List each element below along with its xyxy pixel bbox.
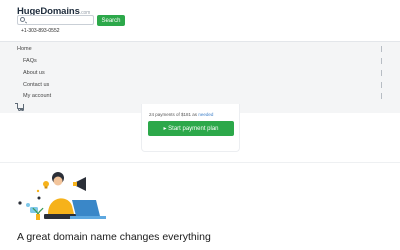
decor-dot	[26, 203, 30, 207]
search-icon	[20, 17, 25, 22]
menu-item-home[interactable]: Home	[17, 46, 32, 52]
search-field[interactable]	[17, 15, 94, 25]
menu-item-contact[interactable]: Contact us	[23, 82, 49, 88]
payment-plan-amount: 24 payments of $181 as	[149, 112, 198, 117]
decor-dot	[36, 189, 40, 193]
menu-item-about[interactable]: About us	[23, 70, 45, 76]
person-at-laptop-illustration	[18, 172, 106, 220]
site-header: HugeDomains.com Search +1-303-893-0552	[0, 0, 400, 41]
menu-expand-handle	[381, 46, 382, 52]
person-face	[53, 176, 63, 186]
megaphone-handle	[73, 182, 77, 186]
megaphone-icon	[76, 177, 86, 191]
payment-plan-text: 24 payments of $181 as needed	[149, 112, 213, 117]
menu-expand-handle	[381, 82, 382, 88]
menu-expand-handle	[381, 70, 382, 76]
plant-pot	[36, 214, 40, 220]
menu-expand-handle	[381, 58, 382, 64]
menu-item-faqs[interactable]: FAQs	[23, 58, 37, 64]
person-body	[48, 198, 74, 214]
search-input[interactable]	[28, 16, 93, 24]
menu-expand-handle	[381, 93, 382, 99]
phone-number[interactable]: +1-303-893-0552	[21, 28, 60, 34]
decor-dot	[18, 201, 22, 205]
payment-plan-link[interactable]: needed	[198, 112, 213, 117]
page-tagline: A great domain name changes everything	[17, 231, 211, 243]
cart-icon[interactable]	[15, 103, 24, 109]
menu-item-account[interactable]: My account	[23, 93, 51, 99]
decor-dot	[37, 196, 41, 200]
laptop-icon	[72, 200, 100, 216]
payment-plan-card: 24 payments of $181 as needed ▸ Start pa…	[141, 104, 240, 152]
start-payment-plan-button[interactable]: ▸ Start payment plan	[148, 121, 234, 136]
laptop-base	[70, 216, 106, 219]
lightbulb-base	[44, 186, 48, 189]
lightbulb-icon	[43, 181, 49, 187]
search-button[interactable]: Search	[97, 15, 125, 26]
nav-menu: Home FAQs About us Contact us My account	[0, 41, 400, 113]
section-divider	[0, 162, 400, 163]
